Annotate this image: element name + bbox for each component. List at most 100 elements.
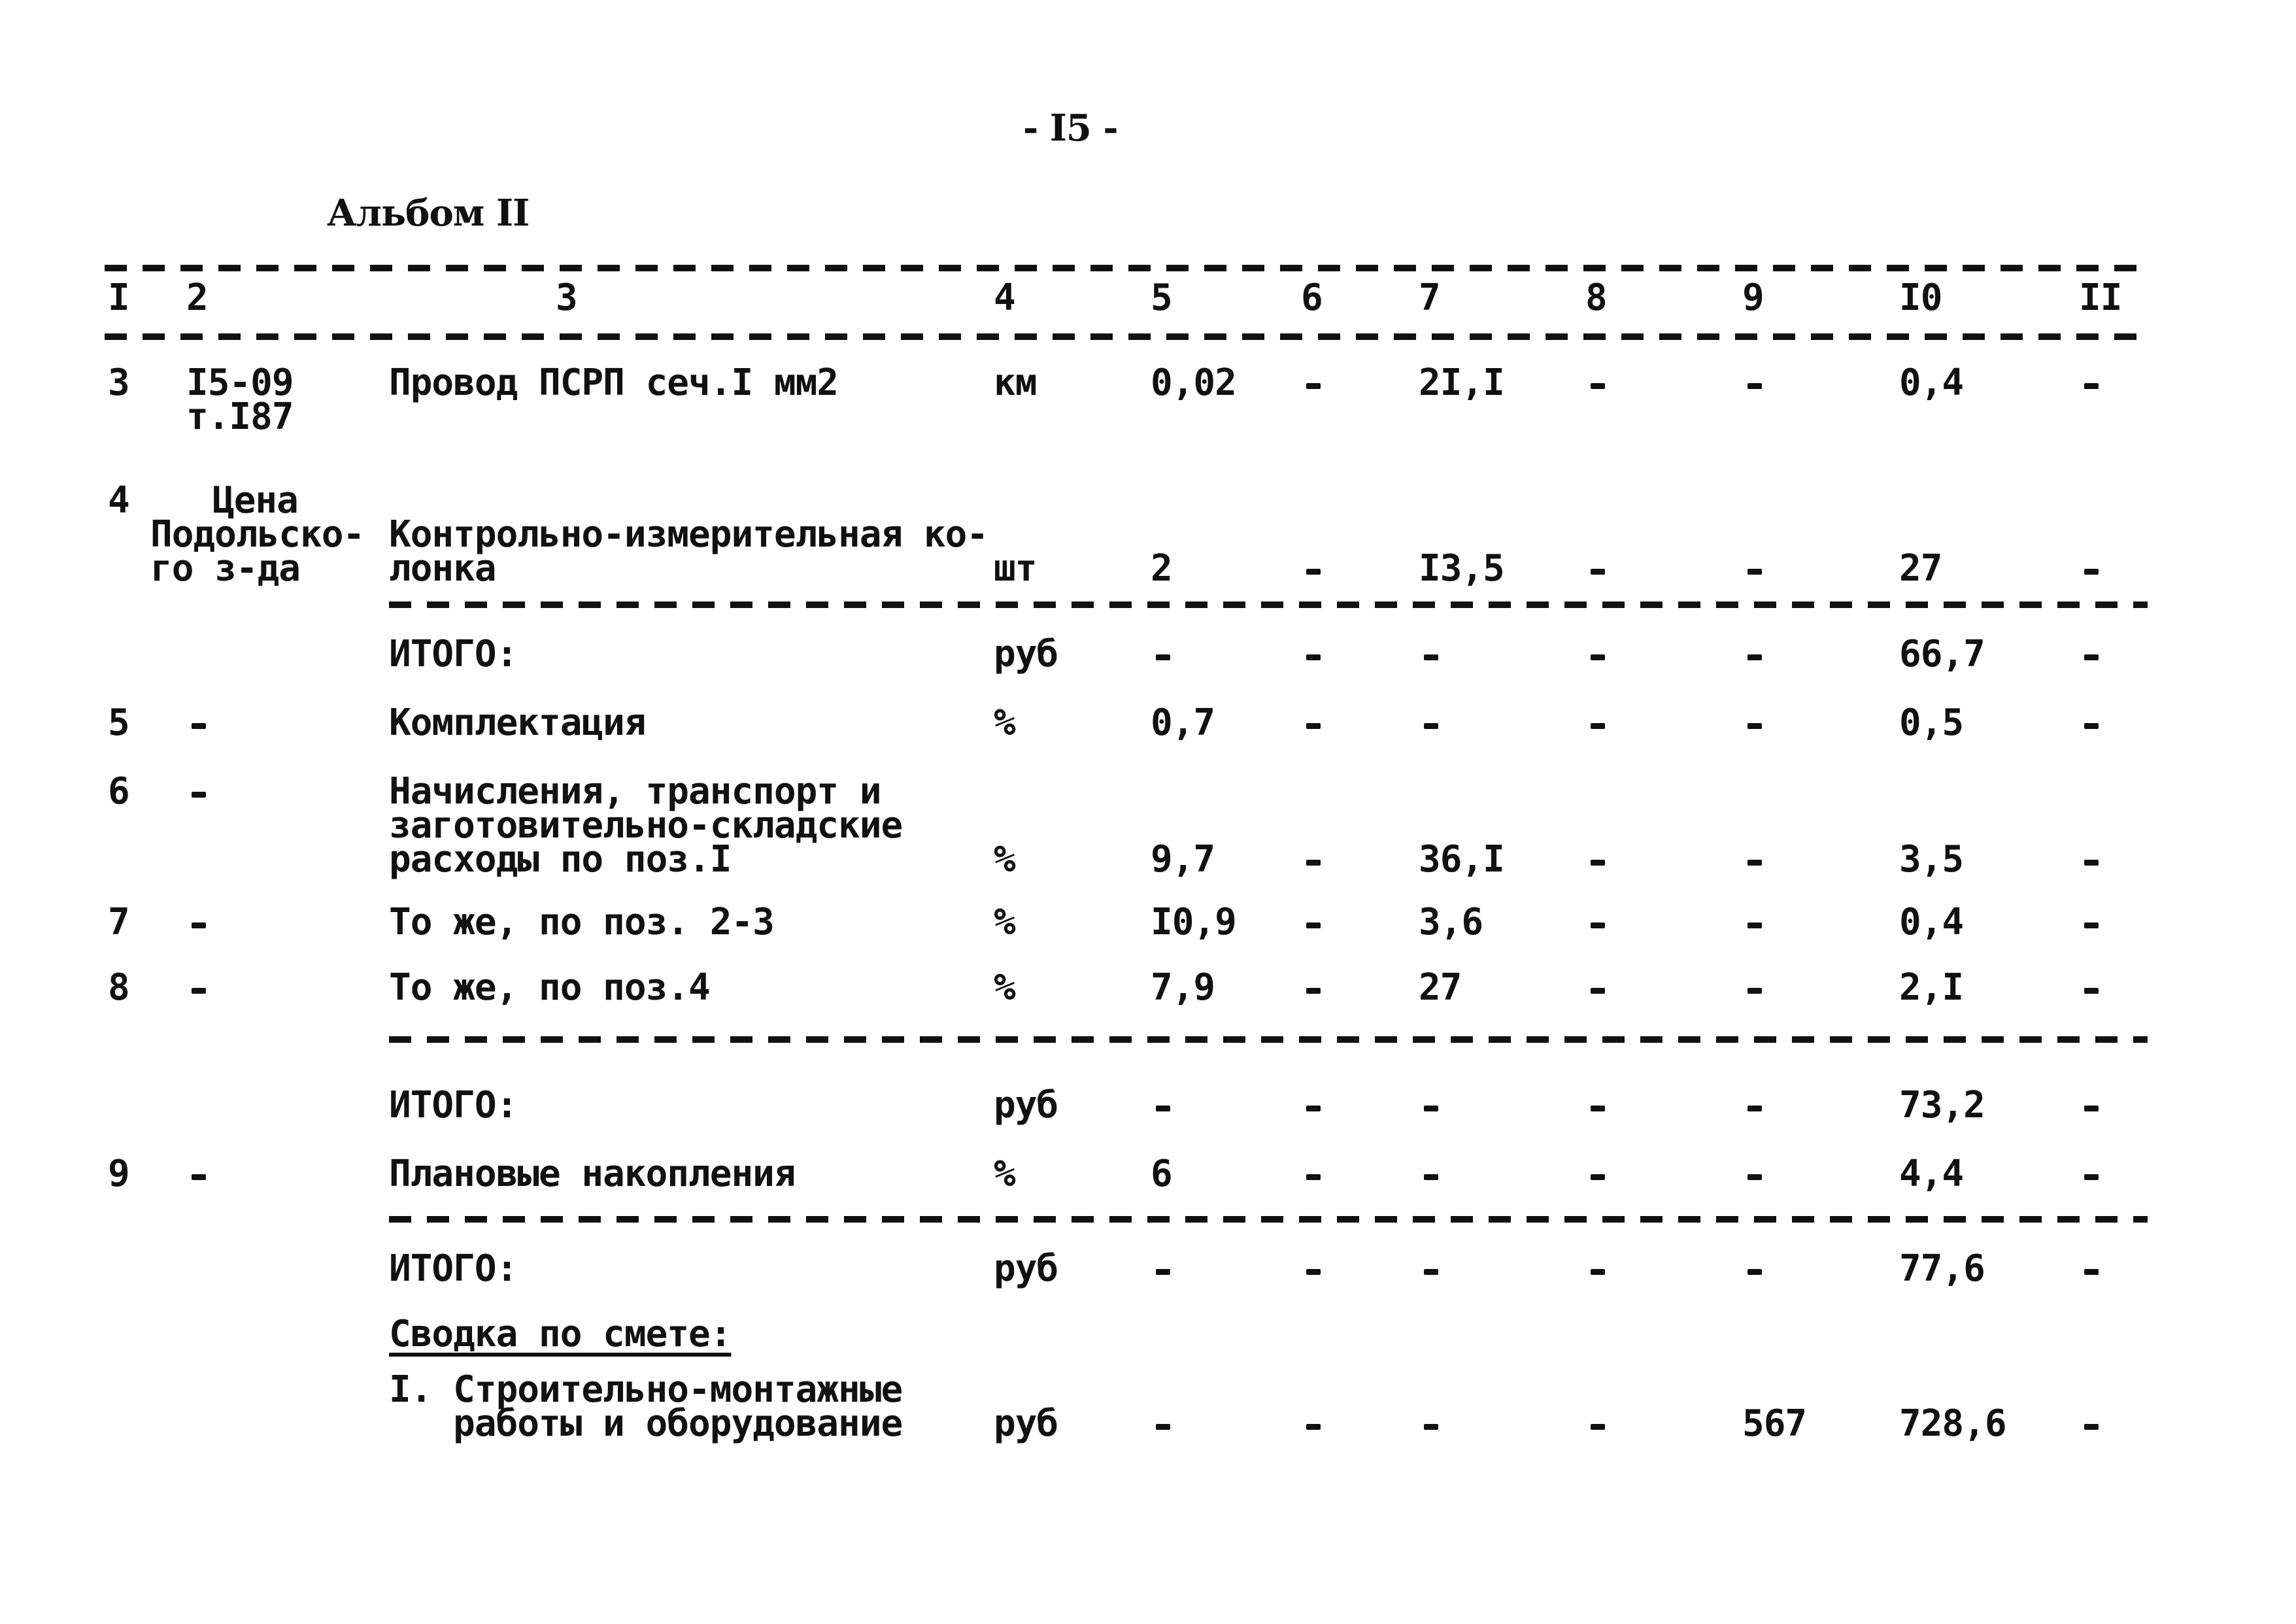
row-unit: %	[994, 1153, 1016, 1195]
cell-dash	[1306, 988, 1321, 994]
column-header-11: II	[2079, 277, 2122, 319]
code-dash	[192, 792, 206, 798]
row-number: 6	[108, 770, 130, 813]
cell-dash	[1747, 569, 1762, 575]
section-rule-1	[389, 601, 2148, 608]
row-unit: руб	[994, 1084, 1058, 1126]
column-header-1: I	[108, 277, 130, 319]
cell-c10: 4,4	[1899, 1153, 1964, 1195]
cell-dash	[1424, 1106, 1438, 1111]
row-number: 4	[108, 479, 130, 522]
summary-cell-c10: 728,6	[1899, 1402, 2007, 1445]
row-code: т.I87	[186, 396, 294, 438]
cell-c5: I0,9	[1151, 901, 1237, 943]
cell-dash	[1306, 1269, 1321, 1275]
cell-dash	[1747, 383, 1762, 389]
row-unit: %	[994, 702, 1016, 744]
cell-dash	[1306, 1106, 1321, 1111]
row-name: Плановые накопления	[389, 1153, 796, 1195]
cell-c10: 0,5	[1899, 702, 1964, 744]
cell-dash	[1591, 383, 1605, 389]
album-label: Альбом II	[327, 192, 530, 235]
cell-c5: 9,7	[1151, 838, 1215, 881]
cell-c7: 27	[1419, 966, 1462, 1009]
cell-dash	[1591, 1269, 1605, 1275]
cell-dash	[2084, 860, 2099, 866]
cell-c10: 66,7	[1899, 633, 1985, 675]
cell-c5: 7,9	[1151, 966, 1215, 1009]
code-dash	[192, 1174, 206, 1180]
row-name: Провод ПСРП сеч.I мм2	[389, 362, 839, 404]
row-number: 5	[108, 702, 130, 744]
column-header-6: 6	[1301, 277, 1323, 319]
cell-c10: 0,4	[1899, 901, 1964, 943]
subtotal-label: ИТОГО:	[389, 1084, 518, 1126]
row-number: 3	[108, 362, 130, 404]
cell-c10: 0,4	[1899, 362, 1964, 404]
summary-item-unit: руб	[994, 1402, 1058, 1445]
cell-dash	[1591, 922, 1605, 928]
cell-dash	[1424, 723, 1438, 729]
cell-dash	[1747, 988, 1762, 994]
cell-dash	[1306, 723, 1321, 729]
column-header-5: 5	[1151, 277, 1173, 319]
cell-dash	[1747, 860, 1762, 866]
cell-c5: 6	[1151, 1153, 1173, 1195]
cell-c5: 2	[1151, 547, 1173, 590]
summary-heading: Сводка по смете:	[389, 1313, 732, 1355]
column-header-4: 4	[994, 277, 1016, 319]
cell-dash	[2084, 1424, 2099, 1430]
cell-dash	[1747, 922, 1762, 928]
row-name: То же, по поз.4	[389, 966, 711, 1009]
cell-dash	[1591, 1106, 1605, 1111]
cell-dash	[1591, 1174, 1605, 1180]
cell-dash	[1591, 988, 1605, 994]
cell-dash	[1156, 654, 1170, 660]
cell-c7: I3,5	[1419, 547, 1505, 590]
section-rule-3	[389, 1216, 2148, 1223]
column-header-7: 7	[1419, 277, 1441, 319]
row-name: лонка	[389, 547, 497, 590]
row-name: расходы по поз.I	[389, 838, 732, 881]
cell-c10: 3,5	[1899, 838, 1964, 881]
cell-c7: 36,I	[1419, 838, 1505, 881]
cell-dash	[1306, 1424, 1321, 1430]
cell-dash	[2084, 1106, 2099, 1111]
page-number: - I5 -	[1023, 107, 1119, 150]
cell-dash	[1424, 1424, 1438, 1430]
row-code: го з-да	[150, 547, 301, 590]
row-name: То же, по поз. 2-3	[389, 901, 775, 943]
column-header-2: 2	[186, 277, 209, 319]
cell-dash	[1591, 654, 1605, 660]
cell-dash	[1747, 1106, 1762, 1111]
cell-dash	[1424, 654, 1438, 660]
row-number: 7	[108, 901, 130, 943]
row-unit: шт	[994, 547, 1037, 590]
cell-dash	[1747, 1174, 1762, 1180]
code-dash	[192, 922, 206, 928]
row-unit: %	[994, 966, 1016, 1009]
cell-c7: 3,6	[1419, 901, 1483, 943]
cell-dash	[1156, 1269, 1170, 1275]
cell-dash	[1306, 383, 1321, 389]
row-number: 8	[108, 966, 130, 1009]
cell-dash	[1747, 1269, 1762, 1275]
cell-dash	[1591, 1424, 1605, 1430]
cell-dash	[1306, 569, 1321, 575]
cell-dash	[1156, 1424, 1170, 1430]
section-rule-2	[389, 1036, 2148, 1043]
cell-dash	[1306, 922, 1321, 928]
cell-dash	[1747, 654, 1762, 660]
cell-c10: 77,6	[1899, 1247, 1985, 1290]
cell-dash	[1306, 654, 1321, 660]
cell-c10: 27	[1899, 547, 1942, 590]
row-number: 9	[108, 1153, 130, 1195]
cell-dash	[1306, 860, 1321, 866]
cell-dash	[2084, 383, 2099, 389]
cell-dash	[1424, 1269, 1438, 1275]
cell-c10: 73,2	[1899, 1084, 1985, 1126]
cell-c5: 0,7	[1151, 702, 1215, 744]
row-unit: %	[994, 901, 1016, 943]
cell-dash	[2084, 922, 2099, 928]
cell-dash	[1156, 1106, 1170, 1111]
